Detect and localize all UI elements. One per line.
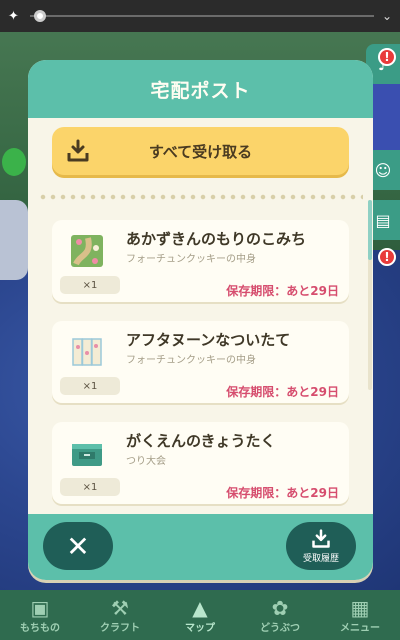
scene-rock (0, 200, 28, 280)
delivery-post-modal: 宅配ポスト すべて受け取る ×1 あかずきんのもりのこみち フォーチュンクッキー… (28, 60, 373, 580)
backpack-icon: ▣ (30, 595, 50, 620)
item-quantity: ×1 (60, 478, 120, 496)
scrollbar-thumb[interactable] (368, 200, 372, 260)
person-icon: ☺ (374, 160, 392, 180)
slider-knob[interactable] (34, 10, 46, 22)
truck-icon: ▤ (375, 210, 391, 230)
menu-grid-icon: ▦ (350, 595, 370, 620)
item-source: つり大会 (126, 456, 166, 467)
modal-footer: ✕ 受取履歴 (28, 514, 373, 580)
nav-item-inventory[interactable]: ▣ もちもの (0, 590, 80, 640)
item-name: がくえんのきょうたく (126, 432, 276, 450)
download-tray-icon (312, 528, 330, 548)
receive-all-label: すべて受け取る (148, 142, 253, 161)
delivery-item-card[interactable]: ×1 アフタヌーンなついたて フォーチュンクッキーの中身 保存期限：あと29日 (52, 321, 349, 403)
dotted-divider (38, 194, 363, 200)
receive-all-button[interactable]: すべて受け取る (52, 127, 349, 175)
download-tray-icon (67, 139, 89, 162)
top-status-bar: ✦ ⌄ (0, 0, 400, 32)
close-button[interactable]: ✕ (43, 522, 113, 570)
delivery-item-card[interactable]: ×1 あかずきんのもりのこみち フォーチュンクッキーの中身 保存期限：あと29日 (52, 220, 349, 302)
nav-label: クラフト (100, 622, 140, 634)
animal-icon: ✿ (271, 595, 289, 620)
nav-label: メニュー (340, 622, 380, 634)
receive-history-label: 受取履歴 (302, 553, 339, 564)
sparkle-icon[interactable]: ✦ (8, 9, 22, 24)
item-expiry: 保存期限：あと29日 (226, 385, 339, 399)
map-icon: ▲ (192, 595, 208, 620)
close-icon: ✕ (66, 529, 90, 563)
nav-item-menu[interactable]: ▦ メニュー (320, 590, 400, 640)
modal-title: 宅配ポスト (150, 79, 251, 102)
item-source: フォーチュンクッキーの中身 (126, 355, 256, 366)
nav-label: マップ (185, 622, 215, 634)
item-quantity: ×1 (60, 276, 120, 294)
nav-item-animals[interactable]: ✿ どうぶつ (240, 590, 320, 640)
modal-header: 宅配ポスト (28, 60, 373, 118)
forest-path-icon (71, 235, 103, 267)
chevron-down-icon[interactable]: ⌄ (382, 9, 392, 23)
item-expiry: 保存期限：あと29日 (226, 486, 339, 500)
folding-screen-icon (72, 338, 102, 366)
nav-item-map[interactable]: ▲ マップ (160, 590, 240, 640)
receive-history-button[interactable]: 受取履歴 (286, 522, 356, 570)
hammer-icon: ⚒ (111, 595, 129, 620)
nav-label: もちもの (20, 622, 60, 634)
item-name: アフタヌーンなついたて (126, 331, 291, 349)
item-name: あかずきんのもりのこみち (126, 230, 307, 248)
nav-label: どうぶつ (260, 622, 300, 634)
scene-balloon (2, 148, 26, 176)
timeline-slider[interactable] (30, 10, 374, 22)
item-source: フォーチュンクッキーの中身 (126, 254, 256, 265)
alert-badge: ! (378, 48, 396, 66)
bottom-nav: ▣ もちもの ⚒ クラフト ▲ マップ ✿ どうぶつ ▦ メニュー (0, 590, 400, 640)
item-quantity: ×1 (60, 377, 120, 395)
delivery-item-card[interactable]: ×1 がくえんのきょうたく つり大会 保存期限：あと29日 (52, 422, 349, 504)
item-expiry: 保存期限：あと29日 (226, 284, 339, 298)
teacher-desk-icon (72, 444, 102, 466)
alert-badge: ! (378, 248, 396, 266)
nav-item-craft[interactable]: ⚒ クラフト (80, 590, 160, 640)
